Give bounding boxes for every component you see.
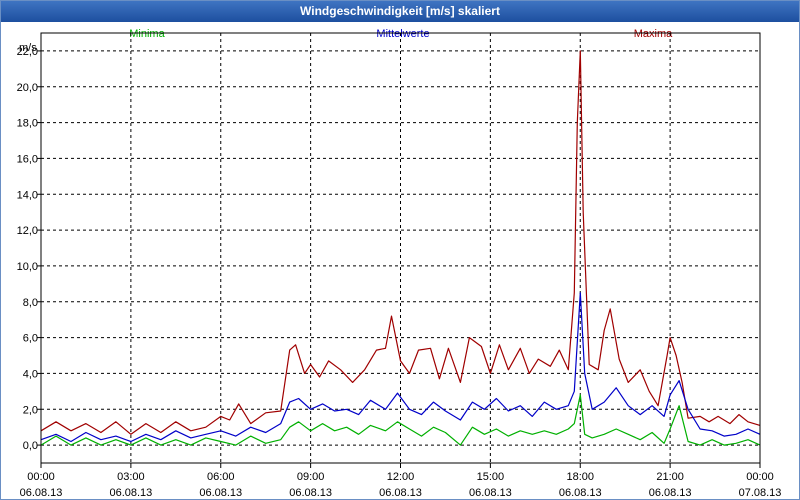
chart: Minima Mittelwerte Maxima m/s 0,02,04,06… xyxy=(17,28,782,499)
y-tick-label: 8,0 xyxy=(23,297,38,309)
x-tick-label-time: 09:00 xyxy=(297,471,325,483)
x-tick-label-time: 15:00 xyxy=(477,471,505,483)
x-tick-label-time: 18:00 xyxy=(566,471,594,483)
y-tick-label: 2,0 xyxy=(23,404,38,416)
legend-maxima: Maxima xyxy=(634,28,673,40)
window-title: Windgeschwindigkeit [m/s] skaliert xyxy=(1,1,799,22)
x-tick-label-date: 06.08.13 xyxy=(289,487,332,499)
y-tick-label: 20,0 xyxy=(17,82,38,94)
y-tick-label: 18,0 xyxy=(17,118,38,130)
x-tick-label-date: 06.08.13 xyxy=(199,487,242,499)
x-tick-label-time: 00:00 xyxy=(27,471,55,483)
x-tick-label-date: 06.08.13 xyxy=(559,487,602,499)
y-tick-label: 16,0 xyxy=(17,153,38,165)
y-tick-label: 6,0 xyxy=(23,333,38,345)
legend-mittelwerte: Mittelwerte xyxy=(376,28,429,40)
y-tick-label: 4,0 xyxy=(23,368,38,380)
x-tick-label-time: 12:00 xyxy=(387,471,415,483)
x-tick-label-date: 06.08.13 xyxy=(109,487,152,499)
x-tick-label-time: 21:00 xyxy=(656,471,684,483)
x-tick-label-time: 03:00 xyxy=(117,471,145,483)
x-tick-label-date: 06.08.13 xyxy=(469,487,512,499)
x-tick-label-date: 06.08.13 xyxy=(379,487,422,499)
y-tick-label: 10,0 xyxy=(17,261,38,273)
plot-frame xyxy=(40,32,761,464)
x-tick-label-date: 07.08.13 xyxy=(739,487,782,499)
x-tick-label-date: 06.08.13 xyxy=(20,487,63,499)
x-tick-label-time: 00:00 xyxy=(746,471,774,483)
x-tick-label-date: 06.08.13 xyxy=(649,487,692,499)
y-tick-label: 12,0 xyxy=(17,225,38,237)
chart-window: Windgeschwindigkeit [m/s] skaliert Minim… xyxy=(0,0,800,500)
x-tick-label-time: 06:00 xyxy=(207,471,235,483)
y-tick-label: 0,0 xyxy=(23,440,38,452)
y-tick-label: 14,0 xyxy=(17,189,38,201)
legend-minima: Minima xyxy=(129,28,165,40)
y-tick-label: 22,0 xyxy=(17,46,38,58)
